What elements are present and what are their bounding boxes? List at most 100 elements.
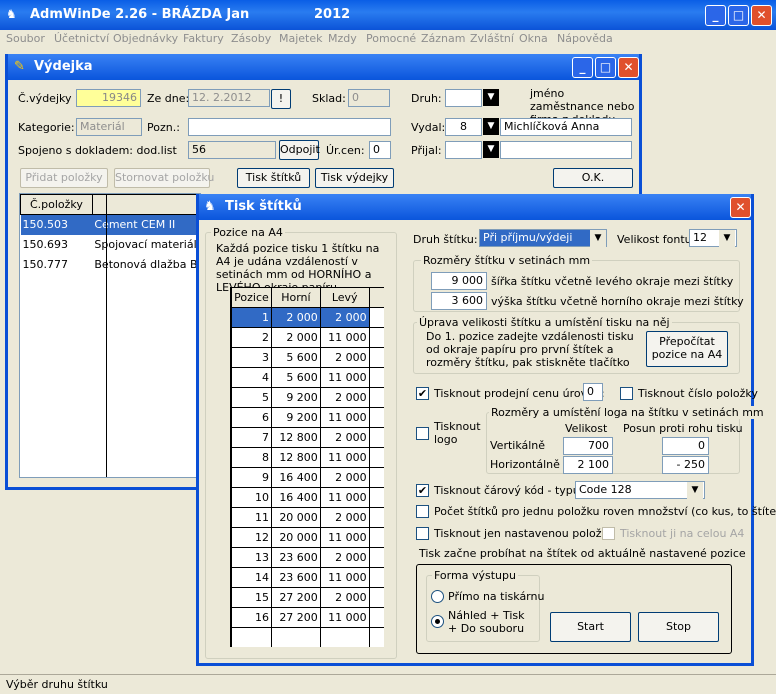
col-levy[interactable]: Levý — [319, 287, 370, 308]
menu-item[interactable]: Pomocné — [366, 32, 416, 45]
table-row[interactable]: 16 27 200 11 000 — [231, 607, 384, 628]
vydejka-maximize-icon[interactable]: □ — [595, 57, 616, 78]
menu-item[interactable]: Zásoby — [231, 32, 271, 45]
minimize-icon[interactable]: _ — [705, 5, 726, 26]
zedne-field[interactable]: 12. 2.2012 — [188, 89, 270, 107]
cena-checkbox[interactable]: ✔ — [416, 387, 429, 400]
col-horni[interactable]: Horní — [270, 287, 321, 308]
table-row[interactable]: 45 600 11 000 — [231, 367, 384, 388]
table-row[interactable]: 11 20 000 2 000 — [231, 507, 384, 528]
odpojit-button[interactable]: Odpojit — [279, 140, 320, 160]
zedne-excl-button[interactable]: ! — [271, 89, 291, 109]
celou-label: Tisknout ji na celou A4 — [620, 527, 745, 540]
prijal-name-field[interactable] — [500, 141, 632, 159]
col-nazev[interactable] — [91, 194, 200, 215]
pozice-group-label: Pozice na A4 — [211, 226, 285, 239]
table-row[interactable]: 35 600 2 000 — [231, 347, 384, 368]
table-row[interactable]: 150.777 Betonová dlažba B — [21, 255, 200, 275]
horiz-posun-field[interactable]: - 250 — [662, 456, 709, 474]
table-cell: 12 800 — [270, 447, 321, 468]
stornovat-polozku-button[interactable]: Stornovat položku — [114, 168, 214, 188]
col-polozky[interactable]: Č.položky — [20, 194, 93, 215]
table-col-divider — [106, 194, 107, 477]
pridat-polozky-button[interactable]: Přidat položky — [20, 168, 108, 188]
app-titlebar[interactable]: ♞ AdmWinDe 2.26 - BRÁZDA Jan 2012 _ □ ✕ — [0, 0, 776, 30]
kod-dropdown-icon[interactable]: ▼ — [687, 482, 703, 499]
vyska-field[interactable]: 3 600 — [431, 292, 487, 310]
cislo-checkbox[interactable] — [620, 387, 633, 400]
start-button[interactable]: Start — [550, 612, 631, 642]
menu-item[interactable]: Objednávky — [113, 32, 178, 45]
close-icon[interactable]: ✕ — [751, 5, 772, 26]
app-title: AdmWinDe 2.26 - BRÁZDA Jan — [30, 7, 250, 22]
menu-item[interactable]: Faktury — [183, 32, 224, 45]
menu-item[interactable]: Nápověda — [557, 32, 613, 45]
table-cell: 10 — [231, 487, 272, 508]
table-row[interactable]: 12 000 2 000 — [231, 307, 384, 328]
menu-item[interactable]: Záznam — [421, 32, 465, 45]
tisk-stitku-button[interactable]: Tisk štítků — [237, 168, 310, 188]
menu-item[interactable]: Majetek — [279, 32, 323, 45]
druh-field[interactable] — [445, 89, 482, 107]
vydejka-close-icon[interactable]: ✕ — [618, 57, 639, 78]
stop-button[interactable]: Stop — [638, 612, 719, 642]
prijal-field[interactable] — [445, 141, 482, 159]
ok-button[interactable]: O.K. — [553, 168, 633, 188]
menu-item[interactable]: Soubor — [6, 32, 45, 45]
table-row[interactable]: 150.503 Cement CEM II — [20, 214, 200, 235]
table-row[interactable]: 9 16 400 2 000 — [231, 467, 384, 488]
menu-item[interactable]: Okna — [519, 32, 548, 45]
vydal-dropdown-icon[interactable]: ▼ — [483, 118, 499, 135]
menu-item[interactable]: Mzdy — [328, 32, 357, 45]
horiz-velikost-field[interactable]: 2 100 — [563, 456, 613, 474]
sirka-field[interactable]: 9 000 — [431, 272, 487, 290]
menu-item[interactable]: Účetnictví — [54, 32, 109, 45]
tisk-close-icon[interactable]: ✕ — [730, 197, 751, 218]
druh-dropdown-icon[interactable]: ▼ — [483, 89, 499, 106]
prijal-dropdown-icon[interactable]: ▼ — [483, 141, 499, 158]
menu-item[interactable]: Zvláštní — [470, 32, 514, 45]
table-cell: 12 — [231, 527, 272, 548]
kod-select[interactable]: Code 128 — [575, 481, 705, 499]
table-row[interactable]: 22 000 11 000 — [231, 327, 384, 348]
tisk-radio[interactable] — [431, 590, 444, 603]
prepocitat-button[interactable]: Přepočítat pozice na A4 — [646, 331, 728, 367]
table-row[interactable]: 14 23 600 11 000 — [231, 567, 384, 588]
table-cell: 12 800 — [270, 427, 321, 448]
table-row[interactable]: 15 27 200 2 000 — [231, 587, 384, 608]
druh-stitku-select[interactable]: Při příjmu/výdeji — [479, 229, 607, 247]
logo-checkbox[interactable] — [416, 427, 429, 440]
tisk-vydejky-button[interactable]: Tisk výdejky — [315, 168, 394, 188]
vydal-name-field[interactable]: Michlíčková Anna — [500, 118, 632, 136]
cislo-field[interactable]: 19346 — [76, 89, 141, 107]
celou-checkbox[interactable] — [602, 527, 615, 540]
table-row[interactable]: 12 20 000 11 000 — [231, 527, 384, 548]
kod-checkbox[interactable]: ✔ — [416, 484, 429, 497]
font-dropdown-icon[interactable]: ▼ — [719, 230, 735, 247]
vydejka-titlebar[interactable]: ✎ Výdejka _ □ ✕ — [8, 54, 639, 80]
table-row[interactable]: 8 12 800 11 000 — [231, 447, 384, 468]
table-row[interactable]: 13 23 600 2 000 — [231, 547, 384, 568]
table-row[interactable]: 59 200 2 000 — [231, 387, 384, 408]
pocet-checkbox[interactable] — [416, 505, 429, 518]
table-row[interactable]: 7 12 800 2 000 — [231, 427, 384, 448]
table-cell: 27 200 — [270, 607, 321, 628]
table-row[interactable]: 10 16 400 11 000 — [231, 487, 384, 508]
maximize-icon[interactable]: □ — [728, 5, 749, 26]
druh-stitku-dropdown-icon[interactable]: ▼ — [590, 230, 606, 247]
urcen-field[interactable]: 0 — [369, 141, 391, 159]
nahled-radio[interactable] — [431, 615, 444, 628]
col-pozice[interactable]: Pozice — [231, 287, 272, 308]
sklad-field[interactable]: 0 — [348, 89, 390, 107]
tisk-titlebar[interactable]: ♞ Tisk štítků ✕ — [199, 194, 751, 220]
kategorie-field[interactable]: Materiál — [76, 118, 142, 136]
table-row[interactable]: 150.693 Spojovací materiál — [21, 235, 200, 255]
nastav-checkbox[interactable] — [416, 527, 429, 540]
vert-posun-field[interactable]: 0 — [662, 437, 709, 455]
vydal-num-field[interactable]: 8 — [445, 118, 482, 136]
table-row[interactable]: 69 200 11 000 — [231, 407, 384, 428]
vydejka-minimize-icon[interactable]: _ — [572, 57, 593, 78]
vert-velikost-field[interactable]: 700 — [563, 437, 613, 455]
pozn-field[interactable] — [188, 118, 391, 136]
cena-field[interactable]: 0 — [583, 383, 603, 401]
